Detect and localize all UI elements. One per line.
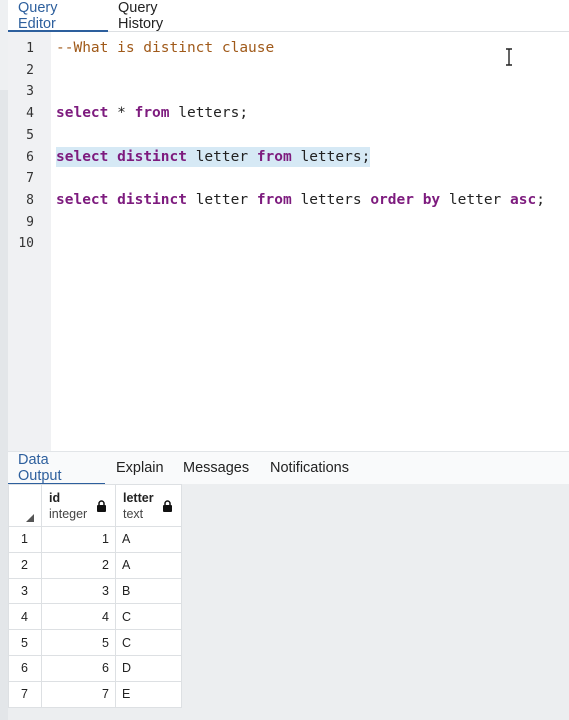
sql-keyword: select [56,192,109,208]
grid-header-row: id integer letter text [8,484,182,527]
editor-tab-bar: Query Editor Query History [8,0,569,32]
tab-explain[interactable]: Explain [106,452,173,484]
cell-id[interactable]: 3 [41,577,116,605]
sql-text: ; [536,192,545,208]
table-row[interactable]: 55C [8,629,182,656]
sql-keyword: distinct [117,192,187,208]
line-number: 8 [26,193,34,208]
table-row[interactable]: 33B [8,577,182,605]
select-all-corner[interactable] [8,484,42,527]
code-line-8: select distinct letter from letters orde… [56,190,545,210]
line-number: 4 [26,106,34,121]
code-line-1: --What is distinct clause [56,38,274,58]
cell-id[interactable]: 4 [41,603,116,631]
row-number[interactable]: 1 [8,526,42,553]
cell-letter[interactable]: E [115,680,182,708]
code-line-4: select * from letters; [56,103,248,123]
line-number: 1 [26,41,34,56]
cell-letter[interactable]: D [115,654,182,682]
table-row[interactable]: 11A [8,526,182,553]
sql-text: letter [186,149,257,165]
lock-icon [97,500,106,512]
side-panel-edge [0,90,8,720]
line-number: 5 [26,128,34,143]
tab-messages[interactable]: Messages [173,452,260,484]
tab-query-history[interactable]: Query History [108,0,214,32]
line-number: 10 [18,236,34,251]
table-row[interactable]: 77E [8,680,182,708]
row-number[interactable]: 3 [8,577,42,605]
left-scroll-strip [0,0,8,720]
cell-letter[interactable]: A [115,526,182,553]
line-number: 2 [26,63,34,78]
sql-keyword: select [56,149,109,165]
tab-notifications[interactable]: Notifications [260,452,372,484]
sql-keyword: order [370,192,414,208]
result-grid: id integer letter text 11A 22A 33B 44C 55C… [8,484,182,708]
sql-text: letters; [169,105,249,121]
sql-keyword: from [256,149,292,165]
sql-keyword: from [134,105,170,121]
row-number[interactable]: 4 [8,603,42,631]
table-row[interactable]: 44C [8,603,182,631]
sql-editor[interactable]: 1 2 3 4 5 6 7 8 9 10 --What is distinct … [8,32,569,451]
table-row[interactable]: 22A [8,551,182,579]
column-header-letter[interactable]: letter text [115,484,182,527]
cell-id[interactable]: 6 [41,654,116,682]
table-row[interactable]: 66D [8,654,182,682]
sql-text: * [108,105,135,121]
code-line-6-selected: select distinct letter from letters; [56,147,371,167]
row-number[interactable]: 5 [8,629,42,656]
cell-letter[interactable]: C [115,603,182,631]
sql-keyword: from [256,192,292,208]
line-number: 7 [26,171,34,186]
text-cursor-icon [506,48,512,66]
cell-id[interactable]: 2 [41,551,116,579]
cell-letter[interactable]: A [115,551,182,579]
select-all-icon [26,514,34,522]
cell-id[interactable]: 1 [41,526,116,553]
sql-keyword: select [56,105,109,121]
sql-text: letter [440,192,511,208]
output-tab-bar: Data Output Explain Messages Notificatio… [8,451,569,485]
sql-text: letter [186,192,257,208]
cell-id[interactable]: 7 [41,680,116,708]
lock-icon [163,500,172,512]
column-header-id[interactable]: id integer [41,484,116,527]
sql-text: letters [291,192,371,208]
cell-letter[interactable]: B [115,577,182,605]
tab-query-editor[interactable]: Query Editor [8,0,108,32]
sql-keyword: by [422,192,441,208]
line-number: 6 [26,150,34,165]
data-output-panel: id integer letter text 11A 22A 33B 44C 55C… [8,484,569,720]
line-number: 3 [26,84,34,99]
sql-comment: --What is distinct clause [56,40,275,56]
row-number[interactable]: 2 [8,551,42,579]
sql-keyword: asc [510,192,537,208]
sql-text: letters; [291,149,371,165]
line-number-gutter: 1 2 3 4 5 6 7 8 9 10 [8,32,51,451]
row-number[interactable]: 6 [8,654,42,682]
tab-data-output[interactable]: Data Output [8,452,105,485]
row-number[interactable]: 7 [8,680,42,708]
line-number: 9 [26,215,34,230]
cell-letter[interactable]: C [115,629,182,656]
sql-keyword: distinct [117,149,187,165]
cell-id[interactable]: 5 [41,629,116,656]
